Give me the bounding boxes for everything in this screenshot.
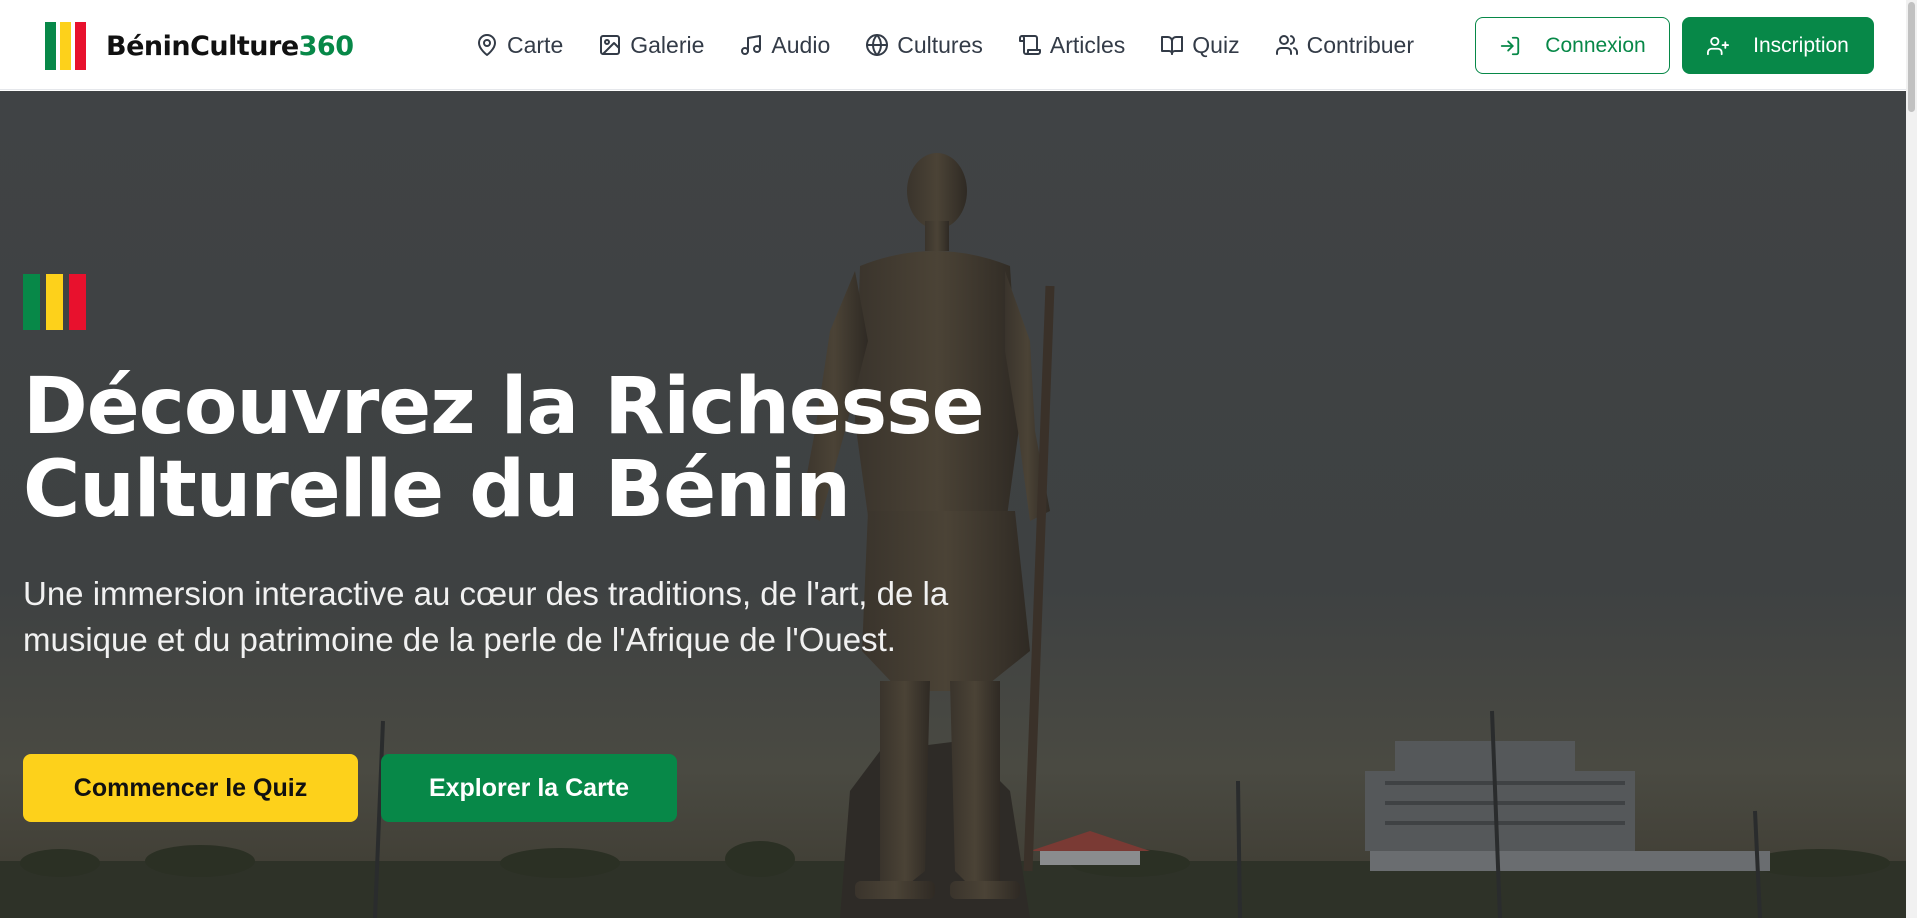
image-icon: [600, 35, 621, 55]
login-button[interactable]: Connexion: [1475, 17, 1670, 74]
scroll-icon: [1018, 35, 1041, 55]
scrollbar-thumb[interactable]: [1908, 2, 1915, 112]
nav-item-galerie[interactable]: Galerie: [598, 32, 704, 59]
nav-item-articles[interactable]: Articles: [1018, 32, 1125, 59]
hero-title-line2: Culturelle du Bénin: [23, 445, 851, 535]
nav-item-carte[interactable]: Carte: [475, 32, 563, 59]
hero-subtitle: Une immersion interactive au cœur des tr…: [23, 575, 949, 658]
nav-item-label: Cultures: [897, 31, 983, 58]
signup-label: Inscription: [1753, 33, 1849, 57]
map-pin-icon: [478, 34, 496, 56]
music-icon: [741, 35, 762, 55]
nav-item-contribuer[interactable]: Contribuer: [1275, 32, 1414, 59]
brand-name-main: BéninCulture: [106, 30, 299, 62]
nav-item-audio[interactable]: Audio: [739, 32, 830, 59]
nav-item-label: Audio: [771, 31, 831, 58]
hero-title: Découvrez la Richesse Culturelle du Béni…: [23, 366, 1123, 532]
hero-section: Découvrez la Richesse Culturelle du Béni…: [0, 91, 1917, 918]
nav-item-label: Articles: [1049, 31, 1126, 58]
users-icon: [1275, 35, 1298, 55]
signup-button[interactable]: Inscription: [1682, 17, 1874, 74]
page-scrollbar[interactable]: [1906, 0, 1917, 918]
user-plus-icon: [1707, 36, 1730, 55]
login-label: Connexion: [1545, 33, 1646, 57]
explore-map-button[interactable]: Explorer la Carte: [381, 754, 677, 822]
benin-flag-icon: [45, 22, 86, 70]
nav-item-label: Carte: [507, 31, 564, 58]
main-nav: Carte Galerie Audio Cultures Articles Qu…: [475, 0, 1449, 90]
start-quiz-button[interactable]: Commencer le Quiz: [23, 754, 358, 822]
log-in-icon: [1501, 36, 1520, 55]
brand-name: BéninCulture360: [106, 31, 354, 62]
nav-item-label: Quiz: [1192, 31, 1240, 58]
brand-name-suffix: 360: [298, 30, 354, 62]
globe-icon: [866, 34, 889, 56]
nav-item-quiz[interactable]: Quiz: [1160, 31, 1240, 59]
brand-logo[interactable]: BéninCulture360: [45, 22, 354, 70]
nav-item-cultures[interactable]: Cultures: [865, 32, 983, 59]
book-open-icon: [1161, 36, 1184, 55]
nav-item-label: Galerie: [630, 31, 705, 58]
nav-item-label: Contribuer: [1306, 31, 1414, 58]
hero-title-line1: Découvrez la Richesse: [23, 362, 985, 452]
hero-flag-icon: [23, 274, 86, 330]
site-header: BéninCulture360 Carte Galerie Audio Cult…: [0, 0, 1917, 90]
